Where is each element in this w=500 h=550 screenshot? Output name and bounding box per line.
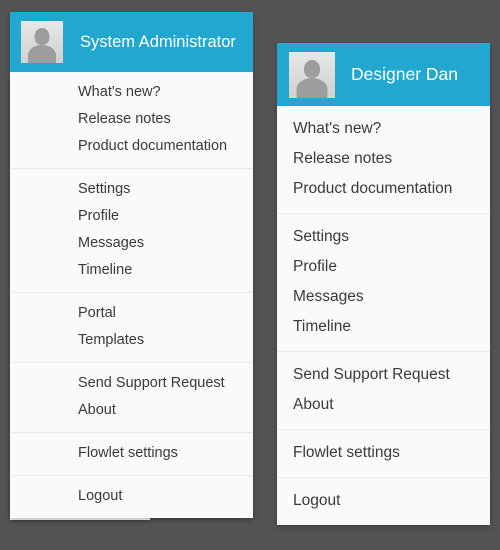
screenshot-canvas: System Administrator What's new? Release…	[0, 0, 500, 550]
menu-item-product-documentation[interactable]: Product documentation	[10, 133, 253, 160]
menu-item-send-support-request[interactable]: Send Support Request	[10, 370, 253, 397]
menu-item-product-documentation[interactable]: Product documentation	[277, 174, 490, 204]
user-name-label: System Administrator	[80, 32, 236, 51]
menu-group-account: Settings Profile Messages Timeline	[277, 214, 490, 352]
menu-item-flowlet-settings[interactable]: Flowlet settings	[277, 438, 490, 468]
avatar-head-shape	[304, 59, 320, 78]
avatar-body-shape	[28, 45, 56, 63]
menu-group-news: What's new? Release notes Product docume…	[277, 106, 490, 214]
menu-item-about[interactable]: About	[10, 397, 253, 424]
menu-item-release-notes[interactable]: Release notes	[10, 106, 253, 133]
menu-item-whats-new[interactable]: What's new?	[10, 79, 253, 106]
menu-group-support: Send Support Request About	[277, 352, 490, 430]
menu-item-settings[interactable]: Settings	[277, 222, 490, 252]
user-menu-items: What's new? Release notes Product docume…	[277, 106, 490, 525]
user-menu-panel-designer-dan[interactable]: Designer Dan What's new? Release notes P…	[277, 43, 490, 525]
menu-item-messages[interactable]: Messages	[10, 230, 253, 257]
menu-item-logout[interactable]: Logout	[277, 486, 490, 516]
menu-item-settings[interactable]: Settings	[10, 176, 253, 203]
user-menu-items: What's new? Release notes Product docume…	[10, 72, 253, 518]
menu-group-account: Settings Profile Messages Timeline	[10, 169, 253, 293]
avatar-head-shape	[34, 28, 50, 45]
menu-item-messages[interactable]: Messages	[277, 282, 490, 312]
menu-item-timeline[interactable]: Timeline	[10, 257, 253, 284]
user-menu-header[interactable]: Designer Dan	[277, 43, 490, 106]
menu-item-flowlet-settings[interactable]: Flowlet settings	[10, 440, 253, 467]
user-menu-header[interactable]: System Administrator	[10, 12, 253, 72]
menu-group-news: What's new? Release notes Product docume…	[10, 72, 253, 169]
menu-group-session: Logout	[277, 478, 490, 525]
menu-item-profile[interactable]: Profile	[10, 203, 253, 230]
menu-group-session: Logout	[10, 476, 253, 518]
avatar-body-shape	[296, 77, 328, 98]
menu-group-portal: Portal Templates	[10, 293, 253, 363]
menu-group-flowlet: Flowlet settings	[10, 433, 253, 476]
menu-group-support: Send Support Request About	[10, 363, 253, 433]
user-avatar-placeholder-icon	[289, 51, 335, 98]
menu-item-portal[interactable]: Portal	[10, 300, 253, 327]
menu-item-timeline[interactable]: Timeline	[277, 312, 490, 342]
menu-item-whats-new[interactable]: What's new?	[277, 114, 490, 144]
menu-item-release-notes[interactable]: Release notes	[277, 144, 490, 174]
menu-group-flowlet: Flowlet settings	[277, 430, 490, 478]
menu-item-logout[interactable]: Logout	[10, 483, 253, 510]
user-menu-panel-system-administrator[interactable]: System Administrator What's new? Release…	[10, 12, 253, 518]
menu-item-about[interactable]: About	[277, 390, 490, 420]
user-avatar-placeholder-icon	[21, 21, 63, 63]
menu-item-send-support-request[interactable]: Send Support Request	[277, 360, 490, 390]
menu-item-templates[interactable]: Templates	[10, 327, 253, 354]
user-name-label: Designer Dan	[351, 64, 458, 84]
menu-item-profile[interactable]: Profile	[277, 252, 490, 282]
